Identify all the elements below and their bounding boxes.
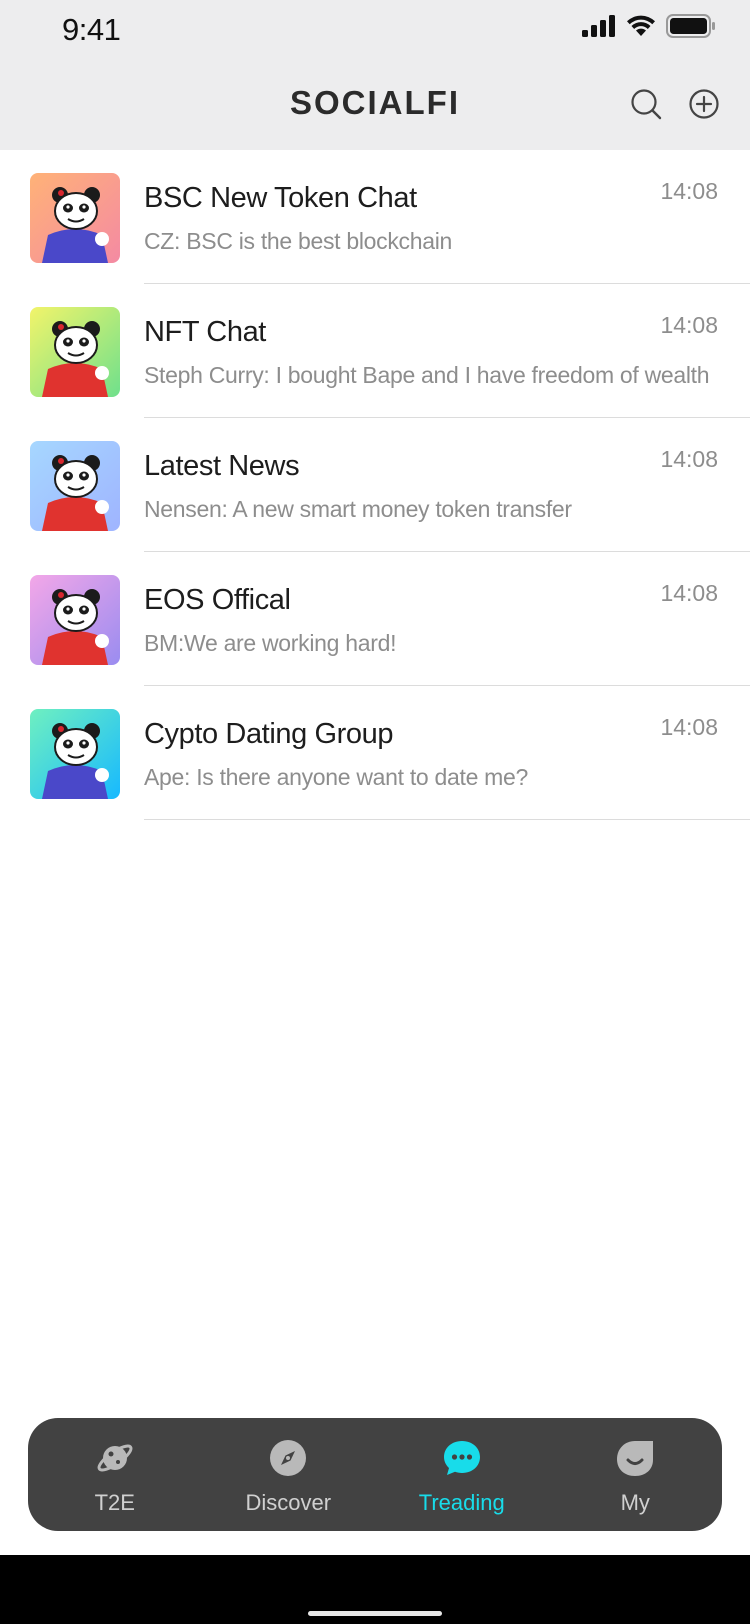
- chat-time: 14:08: [660, 580, 718, 606]
- top-bar: 9:41 SOCIALFI: [0, 0, 750, 150]
- status-time: 9:41: [62, 12, 121, 47]
- divider: [144, 819, 750, 820]
- wifi-icon: [627, 15, 655, 36]
- app-screen: 9:41 SOCIALFI BSC New Token Chat CZ: BSC…: [0, 0, 750, 1624]
- home-indicator-area: [0, 1555, 750, 1624]
- panda-avatar-icon: [42, 723, 109, 799]
- tab-label: Treading: [418, 1490, 505, 1515]
- chat-preview: Ape: Is there anyone want to date me?: [144, 764, 528, 790]
- avatar: [30, 575, 120, 665]
- chat-list: BSC New Token Chat CZ: BSC is the best b…: [0, 150, 750, 820]
- avatar: [30, 709, 120, 799]
- battery-icon: [666, 14, 715, 38]
- chat-item[interactable]: Cypto Dating Group Ape: Is there anyone …: [0, 686, 750, 820]
- tab-t2e[interactable]: T2E: [28, 1418, 202, 1531]
- chat-bubble-icon: [443, 1441, 480, 1475]
- status-icons: [582, 14, 716, 38]
- chat-title: Latest News: [144, 450, 300, 482]
- avatar: [30, 441, 120, 531]
- chat-title: EOS Offical: [144, 584, 291, 616]
- panda-avatar-icon: [42, 187, 109, 263]
- bottom-tab-bar: T2E Discover Treading My: [28, 1418, 722, 1531]
- tab-treading[interactable]: Treading: [375, 1418, 549, 1531]
- chat-time: 14:08: [660, 312, 718, 338]
- chat-preview: Nensen: A new smart money token transfer: [144, 496, 572, 522]
- chat-title: NFT Chat: [144, 316, 266, 348]
- avatar: [30, 173, 120, 263]
- tab-label: T2E: [94, 1490, 135, 1515]
- profile-icon: [617, 1441, 654, 1476]
- home-indicator[interactable]: [308, 1611, 442, 1616]
- tab-discover[interactable]: Discover: [202, 1418, 376, 1531]
- chat-time: 14:08: [660, 714, 718, 740]
- avatar: [30, 307, 120, 397]
- chat-preview: BM:We are working hard!: [144, 630, 397, 656]
- compass-icon: [270, 1440, 307, 1476]
- panda-avatar-icon: [42, 321, 109, 397]
- tab-my[interactable]: My: [549, 1418, 723, 1531]
- chat-item[interactable]: EOS Offical BM:We are working hard! 14:0…: [0, 552, 750, 686]
- chat-item[interactable]: Latest News Nensen: A new smart money to…: [0, 418, 750, 552]
- planet-icon: [97, 1444, 133, 1472]
- chat-preview: Steph Curry: I bought Bape and I have fr…: [144, 362, 710, 388]
- tab-label: My: [620, 1490, 650, 1515]
- chat-item[interactable]: BSC New Token Chat CZ: BSC is the best b…: [0, 150, 750, 284]
- tab-label: Discover: [245, 1490, 332, 1515]
- chat-preview: CZ: BSC is the best blockchain: [144, 228, 453, 254]
- chat-time: 14:08: [660, 446, 718, 472]
- chat-time: 14:08: [660, 178, 718, 204]
- cellular-signal-icon: [582, 15, 615, 37]
- chat-item[interactable]: NFT Chat Steph Curry: I bought Bape and …: [0, 284, 750, 418]
- chat-title: Cypto Dating Group: [144, 718, 394, 750]
- add-circle-icon[interactable]: [688, 88, 720, 120]
- search-icon[interactable]: [630, 88, 662, 120]
- chat-title: BSC New Token Chat: [144, 182, 417, 214]
- panda-avatar-icon: [42, 455, 109, 531]
- panda-avatar-icon: [42, 589, 109, 665]
